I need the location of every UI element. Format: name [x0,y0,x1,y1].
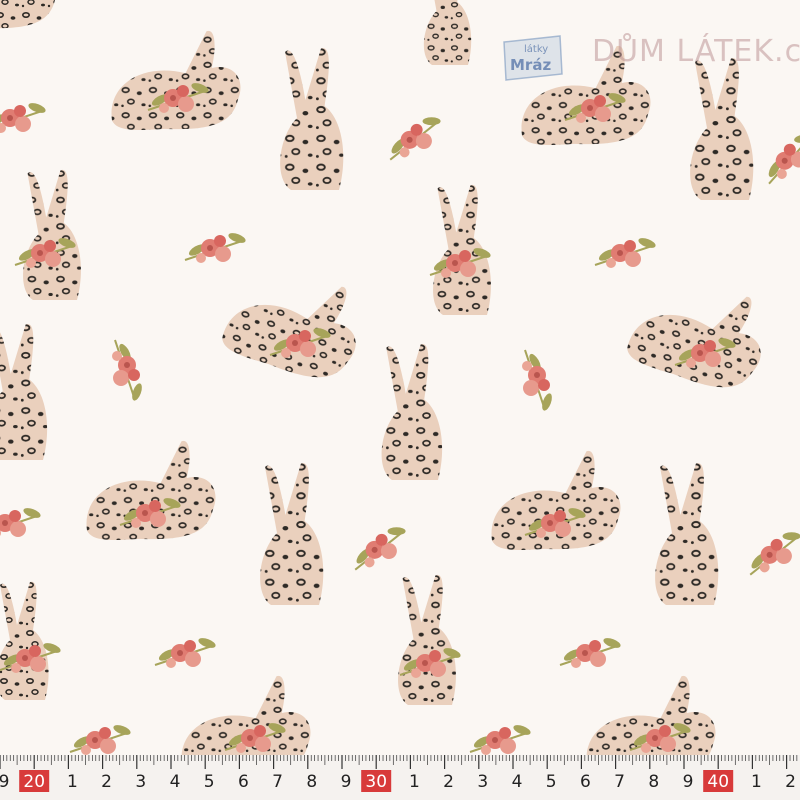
tape-number: 9 [683,772,694,792]
tape-number: 3 [135,772,146,792]
tape-number: 8 [648,772,659,792]
tape-number: 1 [409,772,420,792]
tape-number: 40 [707,772,729,792]
tape-number: 7 [614,772,625,792]
tape-number: 8 [306,772,317,792]
tape-number: 4 [170,772,181,792]
tape-number: 5 [546,772,557,792]
site-watermark: DŮM LÁTEK.cz [592,34,800,69]
fabric-pattern [0,0,800,755]
tape-number: 1 [67,772,78,792]
tape-number: 9 [0,772,9,792]
tape-number: 7 [272,772,283,792]
tape-number: 20 [23,772,45,792]
measuring-tape: 9 20 1 2 3 4 5 6 7 8 9 30 1 2 3 4 5 6 7 8 9 40 1 2 [0,755,800,800]
tape-number: 2 [101,772,112,792]
tape-number: 6 [580,772,591,792]
tape-number: 9 [341,772,352,792]
tape-number: 5 [204,772,215,792]
tape-number: 2 [785,772,796,792]
logo-text-top: látky [524,43,548,55]
latky-mraz-logo: látky Mráz [503,35,563,81]
tape-number: 6 [238,772,249,792]
tape-number: 4 [512,772,523,792]
tape-number: 2 [443,772,454,792]
tape-number: 30 [365,772,387,792]
tape-number: 1 [751,772,762,792]
tape-number: 3 [477,772,488,792]
logo-text-main: Mráz [510,56,551,74]
